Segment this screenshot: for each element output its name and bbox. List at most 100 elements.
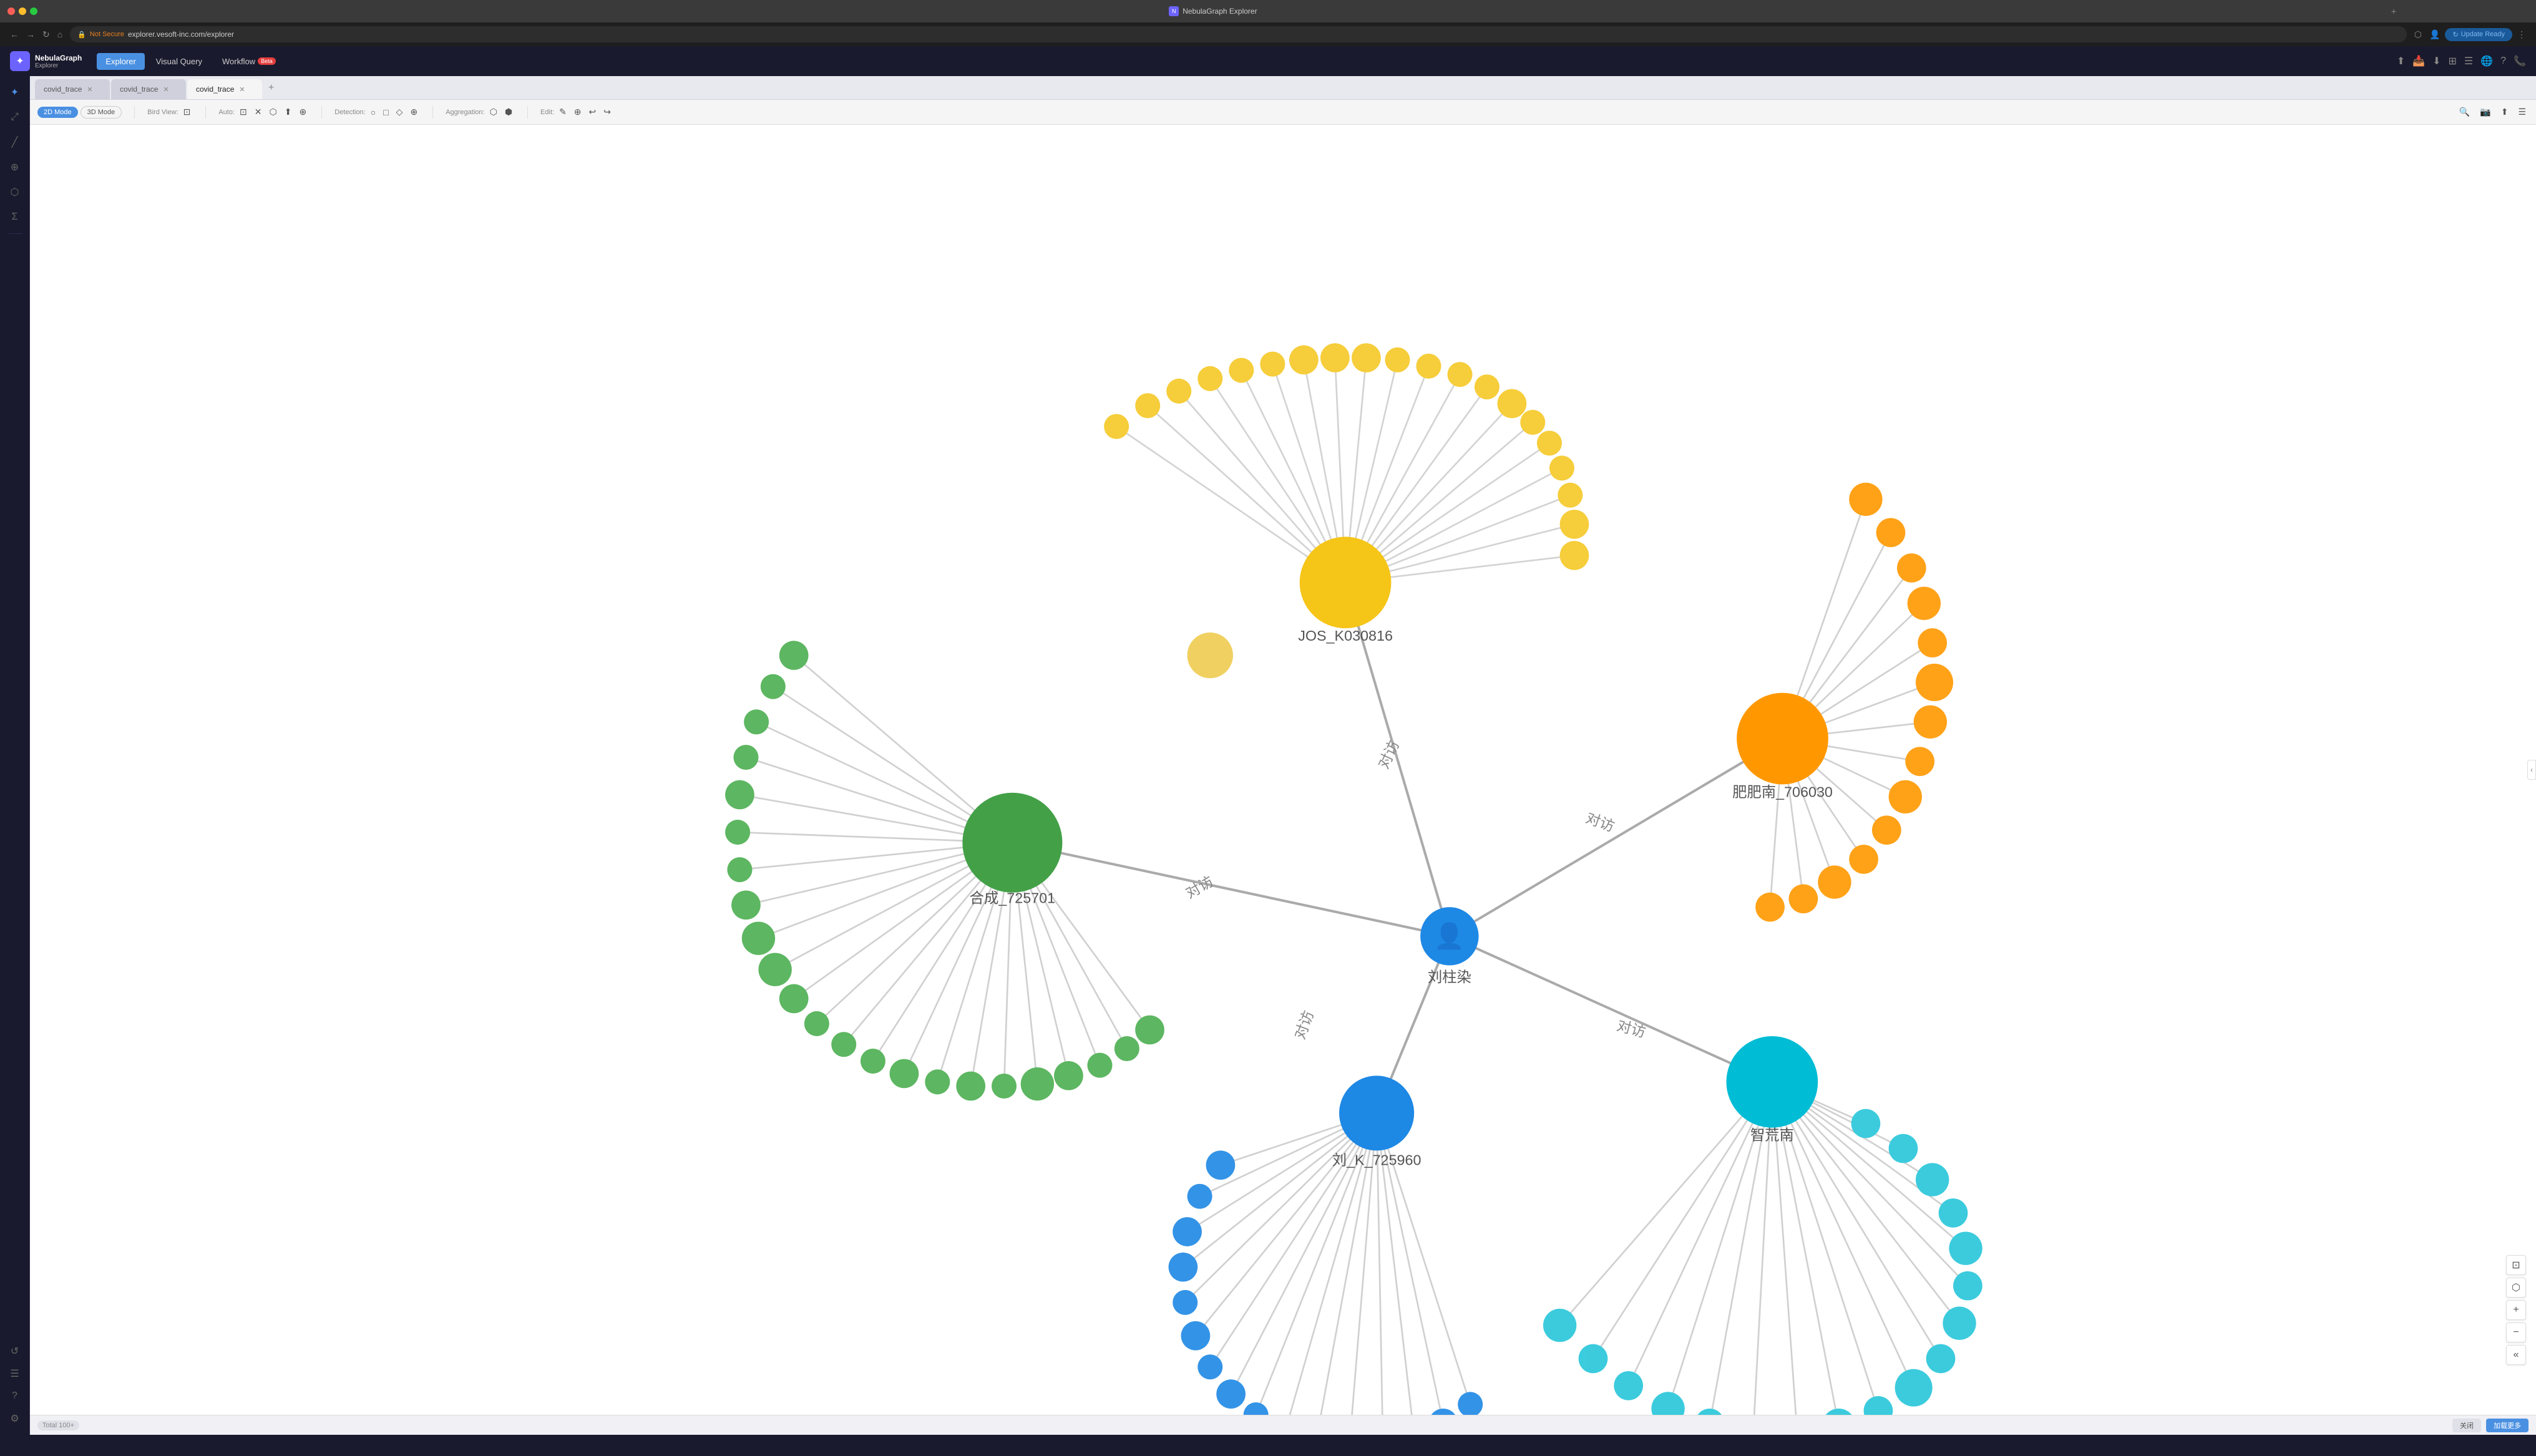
collapse-button[interactable]: « — [2506, 1345, 2526, 1365]
nav-explorer[interactable]: Explorer — [97, 53, 144, 70]
right-panel-toggle[interactable]: ‹ — [2527, 760, 2536, 780]
zoom-out-button[interactable]: − — [2506, 1323, 2526, 1342]
download-icon[interactable]: 📥 — [2412, 55, 2425, 67]
settings-button[interactable]: ⋮ — [2515, 27, 2529, 42]
tab-1-close[interactable]: ✕ — [87, 85, 92, 94]
nav-right: ⬡ 👤 ↻ Update Ready ⋮ — [2412, 27, 2529, 42]
traffic-lights — [7, 7, 37, 15]
home-button[interactable]: ⌂ — [55, 27, 65, 42]
auto-btn-5[interactable]: ⊕ — [296, 105, 309, 119]
sidebar-item-history[interactable]: ↺ — [4, 1340, 26, 1362]
menu-icon[interactable]: ☰ — [2464, 55, 2473, 67]
auto-btn-4[interactable]: ⬆ — [282, 105, 295, 119]
bird-view-label: Bird View: — [147, 109, 178, 116]
extensions-button[interactable]: ⬡ — [2412, 27, 2424, 42]
redo-button[interactable]: ↪ — [601, 105, 613, 119]
camera-button[interactable]: 📷 — [2477, 105, 2493, 119]
grid-icon[interactable]: ⊞ — [2449, 55, 2457, 67]
language-icon[interactable]: 🌐 — [2480, 55, 2493, 67]
edit-btn-2[interactable]: ⊕ — [572, 105, 584, 119]
upload-icon[interactable]: ⬇ — [2432, 55, 2441, 67]
node-count: Total 100+ — [37, 1420, 79, 1430]
sidebar-item-sigma[interactable]: Σ — [4, 206, 26, 228]
svg-text:肥肥南_706030: 肥肥南_706030 — [1732, 784, 1833, 800]
close-traffic-light[interactable] — [7, 7, 15, 15]
add-graph-tab-button[interactable]: + — [263, 82, 279, 94]
sidebar-item-line[interactable]: ╱ — [4, 131, 26, 153]
tab-strip: covid_trace ✕ covid_trace ✕ covid_trace … — [30, 76, 2536, 100]
load-more-button[interactable]: 加载更多 — [2486, 1419, 2529, 1432]
close-button[interactable]: 关闭 — [2452, 1419, 2481, 1432]
auto-btn-2[interactable]: ✕ — [252, 105, 265, 119]
app-tab-1[interactable]: covid_trace ✕ — [35, 79, 110, 99]
zoom-in-button[interactable]: + — [2506, 1300, 2526, 1320]
url-text: explorer.vesoft-inc.com/explorer — [128, 30, 234, 39]
minimize-traffic-light[interactable] — [19, 7, 26, 15]
toolbar: 2D Mode 3D Mode Bird View: ⊡ Auto: ⊡ ✕ ⬡… — [30, 100, 2536, 125]
share-icon[interactable]: ⬆ — [2397, 55, 2405, 67]
node-fit-button[interactable]: ⬡ — [2506, 1278, 2526, 1298]
graph-canvas[interactable]: /* rendered below */ — [30, 125, 2536, 1415]
undo-button[interactable]: ↩ — [587, 105, 599, 119]
chevron-left-icon: ‹ — [2530, 765, 2533, 774]
node-icon: ⬡ — [2512, 1281, 2520, 1294]
svg-text:刘_K_725960: 刘_K_725960 — [1332, 1152, 1422, 1168]
phone-icon[interactable]: 📞 — [2514, 55, 2526, 67]
fit-graph-button[interactable]: ⊡ — [2506, 1255, 2526, 1275]
nav-visual-query[interactable]: Visual Query — [147, 53, 211, 70]
update-icon: ↻ — [2452, 31, 2458, 39]
sidebar-bottom: ↺ ☰ ? ⚙ — [4, 1340, 26, 1430]
sidebar-item-help[interactable]: ? — [4, 1385, 26, 1407]
sep2 — [205, 106, 206, 119]
agg-btn-1[interactable]: ⬡ — [487, 105, 500, 119]
nav-bar: ← → ↻ ⌂ 🔒 Not Secure explorer.vesoft-inc… — [0, 22, 2536, 46]
browser-chrome: N NebulaGraph Explorer + ← → ↻ ⌂ 🔒 Not S… — [0, 0, 2536, 46]
app-tab-3[interactable]: covid_trace ✕ — [187, 79, 262, 99]
profile-button[interactable]: 👤 — [2427, 27, 2442, 42]
help-icon[interactable]: ? — [2500, 56, 2506, 67]
sidebar-item-graph[interactable]: ✦ — [4, 81, 26, 104]
address-bar[interactable]: 🔒 Not Secure explorer.vesoft-inc.com/exp… — [70, 26, 2407, 42]
edit-btn-1[interactable]: ✎ — [557, 105, 569, 119]
sidebar-item-magic[interactable]: ⊕ — [4, 156, 26, 178]
search-button[interactable]: 🔍 — [2457, 105, 2472, 119]
tab-1-label: covid_trace — [44, 85, 82, 94]
export-button[interactable]: ⬆ — [2499, 105, 2511, 119]
sidebar-item-settings[interactable]: ⚙ — [4, 1407, 26, 1430]
tab-2-close[interactable]: ✕ — [163, 85, 168, 94]
nav-workflow[interactable]: Workflow Beta — [213, 53, 285, 70]
browser-title: NebulaGraph Explorer — [1183, 7, 1257, 16]
detect-btn-2[interactable]: □ — [381, 106, 391, 119]
app-header: ✦ NebulaGraph Explorer Explorer Visual Q… — [0, 46, 2536, 76]
app-tab-2[interactable]: covid_trace ✕ — [111, 79, 186, 99]
detect-btn-1[interactable]: ○ — [368, 106, 378, 119]
sidebar-item-hex[interactable]: ⬡ — [4, 181, 26, 203]
sidebar-item-share[interactable]: ⤢ — [4, 106, 26, 129]
reload-button[interactable]: ↻ — [40, 27, 52, 42]
svg-text:刘柱染: 刘柱染 — [1428, 969, 1471, 985]
svg-text:智荒南: 智荒南 — [1750, 1127, 1794, 1143]
tab-3-close[interactable]: ✕ — [239, 85, 245, 94]
auto-group: Auto: ⊡ ✕ ⬡ ⬆ ⊕ — [218, 105, 309, 119]
sidebar-item-list[interactable]: ☰ — [4, 1362, 26, 1385]
svg-text:JOS_K030816: JOS_K030816 — [1298, 628, 1393, 644]
agg-btn-2[interactable]: ⬢ — [502, 105, 515, 119]
update-ready-label: Update Ready — [2461, 31, 2505, 38]
update-ready-button[interactable]: ↻ Update Ready — [2445, 28, 2512, 41]
maximize-traffic-light[interactable] — [30, 7, 37, 15]
table-button[interactable]: ☰ — [2515, 105, 2529, 119]
auto-btn-1[interactable]: ⊡ — [237, 105, 250, 119]
back-button[interactable]: ← — [7, 27, 21, 42]
logo-icon: ✦ — [10, 51, 30, 71]
forward-button[interactable]: → — [24, 27, 37, 42]
auto-btn-3[interactable]: ⬡ — [267, 105, 280, 119]
add-tab-button[interactable]: + — [2389, 4, 2399, 19]
detect-btn-4[interactable]: ⊕ — [407, 105, 420, 119]
browser-tab-favicon: N — [1169, 6, 1179, 16]
aggregation-group: Aggregation: ⬡ ⬢ — [446, 105, 515, 119]
bird-view-btn[interactable]: ⊡ — [181, 105, 193, 119]
3d-mode-button[interactable]: 3D Mode — [80, 106, 122, 119]
graph-svg: /* rendered below */ — [30, 125, 2536, 1415]
2d-mode-button[interactable]: 2D Mode — [37, 107, 78, 118]
detect-btn-3[interactable]: ◇ — [394, 105, 406, 119]
